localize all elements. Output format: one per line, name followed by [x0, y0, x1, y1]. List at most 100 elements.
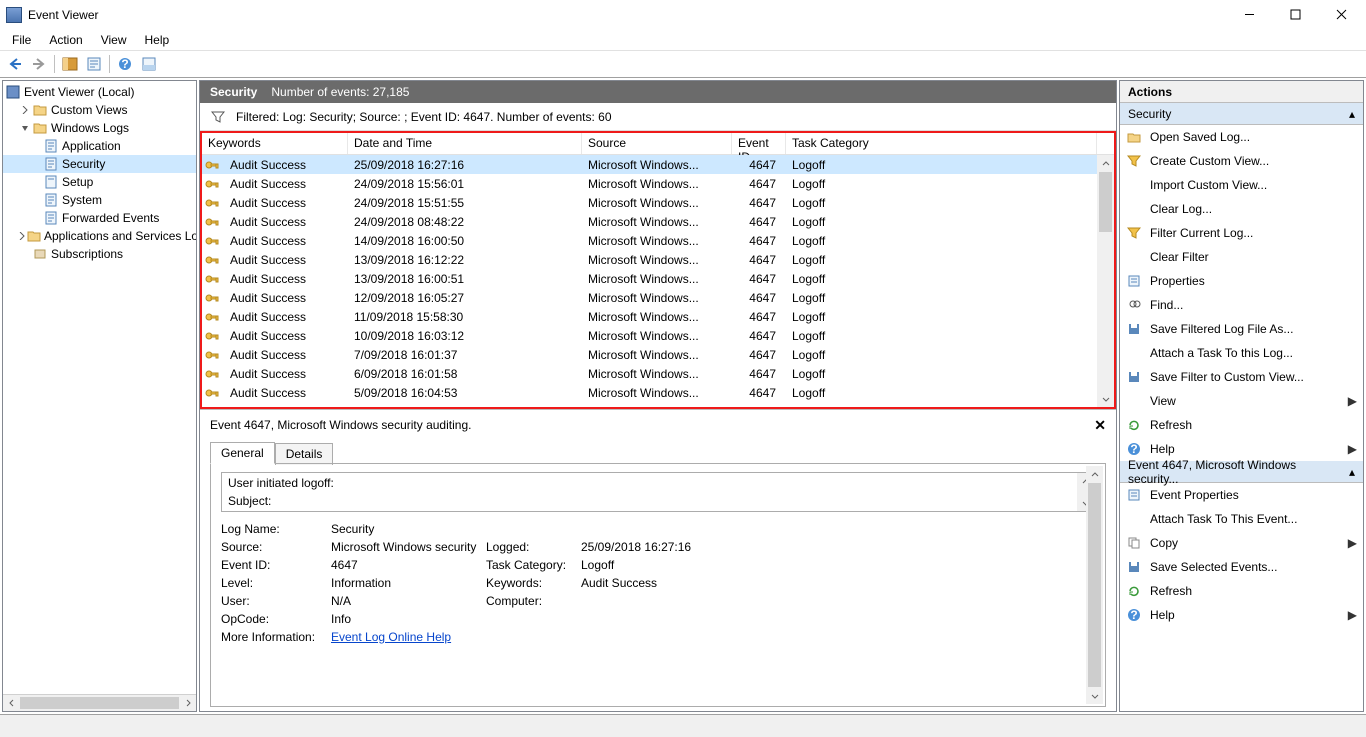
action-item[interactable]: Open Saved Log...	[1120, 125, 1363, 149]
event-row[interactable]: Audit Success12/09/2018 16:05:27Microsof…	[202, 288, 1114, 307]
action-item[interactable]: Save Filtered Log File As...	[1120, 317, 1363, 341]
action-item[interactable]: ?Help▶	[1120, 603, 1363, 627]
action-item[interactable]: Attach Task To This Event...	[1120, 507, 1363, 531]
msg-line2: Subject:	[228, 494, 1072, 508]
col-keywords[interactable]: Keywords	[202, 133, 348, 154]
event-row[interactable]: Audit Success13/09/2018 16:00:51Microsof…	[202, 269, 1114, 288]
col-eventid[interactable]: Event ID	[732, 133, 786, 154]
tree-root[interactable]: Event Viewer (Local)	[3, 83, 196, 101]
properties-button[interactable]	[83, 53, 105, 75]
show-tree-button[interactable]	[59, 53, 81, 75]
cell-taskcat: Logoff	[786, 253, 1097, 267]
filter-text: Filtered: Log: Security; Source: ; Event…	[236, 110, 612, 124]
cell-keywords: Audit Success	[224, 310, 348, 324]
menu-view[interactable]: View	[93, 31, 135, 49]
tree-forwarded-events[interactable]: Forwarded Events	[3, 209, 196, 227]
tree-system[interactable]: System	[3, 191, 196, 209]
tree-hscrollbar[interactable]	[3, 694, 196, 711]
menu-help[interactable]: Help	[137, 31, 178, 49]
action-label: Properties	[1150, 274, 1205, 288]
event-row[interactable]: Audit Success7/09/2018 16:01:37Microsoft…	[202, 345, 1114, 364]
scroll-down-icon[interactable]	[1097, 390, 1114, 407]
event-message: User initiated logoff: Subject:	[221, 472, 1095, 512]
chevron-right-icon: ▶	[1348, 442, 1357, 456]
actions-section-security[interactable]: Security ▴	[1120, 103, 1363, 125]
col-datetime[interactable]: Date and Time	[348, 133, 582, 154]
cell-datetime: 25/09/2018 16:27:16	[348, 158, 582, 172]
minimize-button[interactable]	[1226, 0, 1272, 30]
scroll-down-icon[interactable]	[1086, 687, 1103, 704]
event-row[interactable]: Audit Success14/09/2018 16:00:50Microsof…	[202, 231, 1114, 250]
event-row[interactable]: Audit Success24/09/2018 15:56:01Microsof…	[202, 174, 1114, 193]
action-item[interactable]: Filter Current Log...	[1120, 221, 1363, 245]
action-item[interactable]: Create Custom View...	[1120, 149, 1363, 173]
tree-apps-services[interactable]: Applications and Services Logs	[3, 227, 196, 245]
tree-windows-logs[interactable]: Windows Logs	[3, 119, 196, 137]
menubar: File Action View Help	[0, 30, 1366, 50]
action-item[interactable]: Refresh	[1120, 413, 1363, 437]
scroll-left-icon[interactable]	[3, 695, 20, 711]
event-row[interactable]: Audit Success13/09/2018 16:12:22Microsof…	[202, 250, 1114, 269]
tab-general[interactable]: General	[210, 442, 275, 464]
tree-security[interactable]: Security	[3, 155, 196, 173]
cell-keywords: Audit Success	[224, 158, 348, 172]
forward-button[interactable]	[28, 53, 50, 75]
expand-icon[interactable]	[18, 230, 26, 243]
actions-pane: Actions Security ▴ Open Saved Log...Crea…	[1119, 80, 1364, 712]
preview-button[interactable]	[138, 53, 160, 75]
collapse-icon[interactable]	[18, 122, 31, 135]
col-source[interactable]: Source	[582, 133, 732, 154]
tree-subscriptions[interactable]: Subscriptions	[3, 245, 196, 263]
maximize-button[interactable]	[1272, 0, 1318, 30]
cell-keywords: Audit Success	[224, 367, 348, 381]
action-item[interactable]: Find...	[1120, 293, 1363, 317]
action-item[interactable]: Save Selected Events...	[1120, 555, 1363, 579]
event-row[interactable]: Audit Success24/09/2018 08:48:22Microsof…	[202, 212, 1114, 231]
tree-custom-views[interactable]: Custom Views	[3, 101, 196, 119]
event-row[interactable]: Audit Success11/09/2018 15:58:30Microsof…	[202, 307, 1114, 326]
col-taskcat[interactable]: Task Category	[786, 133, 1097, 154]
help-button[interactable]: ?	[114, 53, 136, 75]
action-item[interactable]: Import Custom View...	[1120, 173, 1363, 197]
action-item[interactable]: Copy▶	[1120, 531, 1363, 555]
action-item[interactable]: Clear Log...	[1120, 197, 1363, 221]
action-item[interactable]: Event Properties	[1120, 483, 1363, 507]
action-label: Refresh	[1150, 584, 1192, 598]
cell-eventid: 4647	[732, 234, 786, 248]
tree-setup[interactable]: Setup	[3, 173, 196, 191]
toolbar: ?	[0, 50, 1366, 78]
tab-details[interactable]: Details	[275, 443, 334, 465]
action-item[interactable]: Refresh	[1120, 579, 1363, 603]
cell-source: Microsoft Windows...	[582, 386, 732, 400]
scroll-right-icon[interactable]	[179, 695, 196, 711]
action-item[interactable]: Save Filter to Custom View...	[1120, 365, 1363, 389]
tab-general-body: User initiated logoff: Subject: Log Name…	[210, 463, 1106, 707]
tree-application[interactable]: Application	[3, 137, 196, 155]
cell-taskcat: Logoff	[786, 348, 1097, 362]
event-row[interactable]: Audit Success25/09/2018 16:27:16Microsof…	[202, 155, 1114, 174]
menu-action[interactable]: Action	[41, 31, 90, 49]
events-vscrollbar[interactable]	[1097, 155, 1114, 407]
action-item[interactable]: View▶	[1120, 389, 1363, 413]
key-icon	[204, 233, 220, 249]
close-button[interactable]	[1318, 0, 1364, 30]
action-label: Filter Current Log...	[1150, 226, 1253, 240]
action-item[interactable]: Clear Filter	[1120, 245, 1363, 269]
key-icon	[204, 347, 220, 363]
event-row[interactable]: Audit Success6/09/2018 16:01:58Microsoft…	[202, 364, 1114, 383]
event-row[interactable]: Audit Success24/09/2018 15:51:55Microsof…	[202, 193, 1114, 212]
scroll-up-icon[interactable]	[1097, 155, 1114, 172]
scroll-up-icon[interactable]	[1086, 466, 1103, 483]
event-row[interactable]: Audit Success5/09/2018 16:04:53Microsoft…	[202, 383, 1114, 402]
expand-icon[interactable]	[18, 104, 31, 117]
action-icon	[1126, 249, 1142, 265]
action-item[interactable]: Properties	[1120, 269, 1363, 293]
back-button[interactable]	[4, 53, 26, 75]
action-item[interactable]: Attach a Task To this Log...	[1120, 341, 1363, 365]
actions-section-event[interactable]: Event 4647, Microsoft Windows security..…	[1120, 461, 1363, 483]
moreinfo-link[interactable]: Event Log Online Help	[331, 630, 451, 644]
detail-close-button[interactable]: ✕	[1094, 417, 1106, 434]
event-row[interactable]: Audit Success10/09/2018 16:03:12Microsof…	[202, 326, 1114, 345]
detail-vscrollbar[interactable]	[1086, 466, 1103, 704]
menu-file[interactable]: File	[4, 31, 39, 49]
